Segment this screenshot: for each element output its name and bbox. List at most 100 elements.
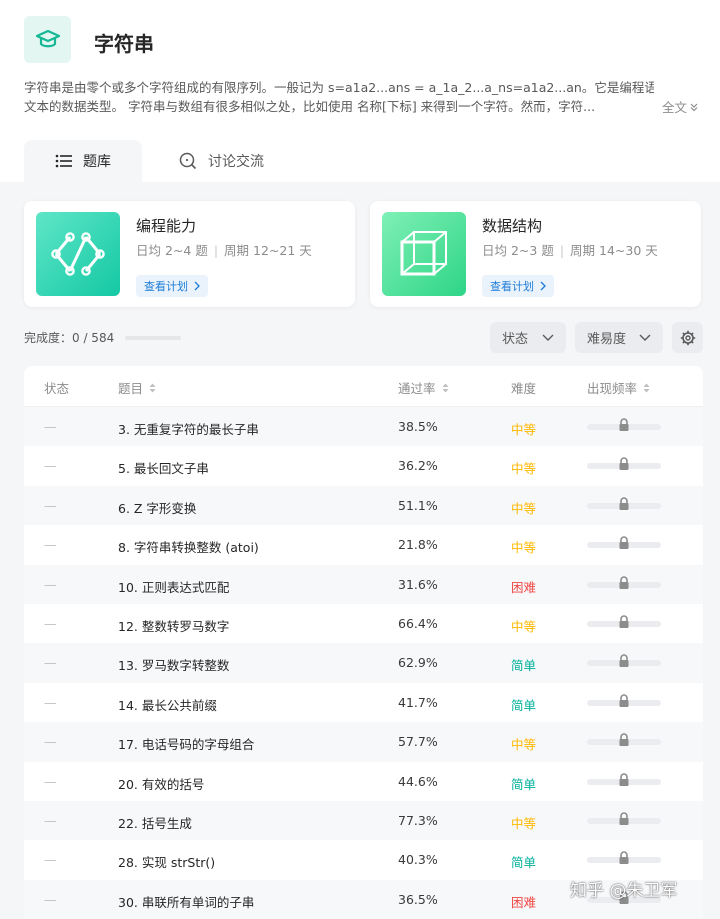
problem-title-link[interactable]: 5. 最长回文子串 [118,458,209,477]
plan-illustration [382,212,466,296]
frequency-bar [587,536,661,552]
sort-icon [442,383,449,392]
row-status: — [44,694,57,710]
row-status: — [44,891,57,907]
problem-title-link[interactable]: 10. 正则表达式匹配 [118,577,229,596]
plan-meta: 日均 2~3 题 | 周期 14~30 天 [482,240,658,259]
tab-problem-library[interactable]: 题库 [24,140,142,182]
row-status: — [44,497,57,513]
header-frequency-label: 出现频率 [587,381,638,396]
lock-icon [619,654,629,668]
difficulty-badge: 中等 [511,815,537,831]
problem-title-link[interactable]: 28. 实现 strStr() [118,852,215,871]
watermark: 知乎 @朱卫军 [570,881,678,901]
description-line-2: 文本的数据类型。 字符串与数组有很多相似之处，比如使用 名称[下标] 来得到一个… [24,99,596,114]
acceptance-rate: 44.6% [398,773,438,789]
table-row[interactable]: — 14. 最长公共前缀 41.7% 简单 [24,683,703,722]
view-plan-button[interactable]: 查看计划 [482,275,554,297]
problem-title-link[interactable]: 14. 最长公共前缀 [118,695,217,714]
acceptance-rate: 31.6% [398,576,438,592]
header-frequency-sort[interactable]: 出现频率 [587,378,650,397]
lock-icon [619,457,629,471]
problem-title-link[interactable]: 17. 电话号码的字母组合 [118,734,254,753]
problem-title-link[interactable]: 6. Z 字形变换 [118,498,196,517]
view-plan-button[interactable]: 查看计划 [136,275,208,297]
chevron-right-icon [540,281,546,291]
view-plan-label: 查看计划 [144,280,188,293]
list-icon [55,154,72,168]
status-filter-dropdown[interactable]: 状态 [490,322,566,353]
difficulty-badge: 中等 [511,461,537,477]
table-row[interactable]: — 10. 正则表达式匹配 31.6% 困难 [24,564,703,604]
acceptance-rate: 36.2% [398,458,438,474]
row-status: — [44,458,57,474]
difficulty-filter-label: 难易度 [587,332,627,347]
frequency-bar [587,851,661,867]
study-plan-card[interactable]: 数据结构 日均 2~3 题 | 周期 14~30 天 查看计划 [370,201,701,307]
graph-nodes-icon [51,232,105,276]
cube-icon [400,231,447,276]
plan-daily: 日均 2~3 题 [482,243,554,258]
frequency-bar [587,654,661,670]
difficulty-badge: 中等 [511,422,537,437]
table-row[interactable]: — 3. 无重复字符的最长子串 38.5% 中等 [24,407,703,447]
plan-illustration [36,212,120,296]
frequency-bar [587,615,661,631]
row-status: — [44,812,57,828]
tab-label: 讨论交流 [208,154,264,170]
table-row[interactable]: — 6. Z 字形变换 51.1% 中等 [24,485,703,526]
description-line-1: 字符串是由零个或多个字符组成的有限序列。一般记为 s=a1a2...ans = … [24,80,654,95]
problem-table: 状态 题目 通过率 难度 出现频率 —3. 无重复字符的最长子串 38.5% 中等 —… [24,366,703,919]
acceptance-rate: 57.7% [398,734,438,750]
table-row[interactable]: — 28. 实现 strStr() 40.3% 简单 [24,840,703,879]
row-status: — [44,773,57,789]
table-row[interactable]: — 20. 有效的括号 44.6% 简单 [24,762,703,801]
row-status: — [44,655,57,671]
lock-icon [619,851,629,865]
problem-title-link[interactable]: 30. 串联所有单词的子串 [118,892,254,911]
acceptance-rate: 66.4% [398,615,438,631]
acceptance-rate: 62.9% [398,655,438,671]
meta-separator: | [559,243,565,258]
lock-icon [619,812,629,825]
completion-progress-bar [125,336,181,340]
header-title-sort[interactable]: 题目 [118,378,156,397]
plan-cycle: 周期 14~30 天 [570,243,658,258]
problem-title-link[interactable]: 8. 字符串转换整数 (atoi) [118,537,259,556]
lock-icon [619,733,629,747]
expand-description-button[interactable]: 全文 [662,97,699,116]
acceptance-rate: 38.5% [398,419,438,434]
sort-icon [643,383,650,392]
study-plan-card[interactable]: 编程能力 日均 2~4 题 | 周期 12~21 天 查看计划 [24,201,355,307]
table-row[interactable]: — 12. 整数转罗马数字 66.4% 中等 [24,604,703,643]
problem-title-link[interactable]: 12. 整数转罗马数字 [118,616,229,635]
table-row[interactable]: — 22. 括号生成 77.3% 中等 [24,800,703,841]
difficulty-badge: 中等 [511,737,537,753]
tab-discussion[interactable]: 讨论交流 [178,140,264,182]
view-plan-label: 查看计划 [490,280,534,293]
lock-icon [619,497,629,510]
lock-icon [619,615,629,628]
table-row[interactable]: — 13. 罗马数字转整数 62.9% 简单 [24,643,703,683]
lock-icon [619,772,629,786]
chevron-down-icon [542,334,554,341]
acceptance-rate: 36.5% [398,891,438,907]
table-row[interactable]: — 5. 最长回文子串 36.2% 中等 [24,446,703,485]
topic-description: 字符串是由零个或多个字符组成的有限序列。一般记为 s=a1a2...ans = … [24,78,654,116]
settings-button[interactable] [672,322,703,353]
problem-title-link[interactable]: 13. 罗马数字转整数 [118,655,229,674]
double-chevron-down-icon [690,103,698,111]
difficulty-badge: 简单 [511,658,537,674]
table-row[interactable]: — 17. 电话号码的字母组合 57.7% 中等 [24,722,703,762]
frequency-bar [587,694,661,710]
row-status: — [44,537,57,553]
table-body: — 3. 无重复字符的最长子串 38.5% 中等 — 5. 最长回文子串 36.2% 中等 — 6… [24,407,703,919]
problem-title-link[interactable]: 22. 括号生成 [118,813,192,832]
topic-logo [24,16,71,63]
table-row[interactable]: — 8. 字符串转换整数 (atoi) 21.8% 中等 [24,525,703,564]
problem-title-link[interactable]: 20. 有效的括号 [118,774,204,793]
row-status: — [44,615,57,631]
problem-title-link[interactable]: 3. 无重复字符的最长子串 [118,419,259,438]
header-rate-sort[interactable]: 通过率 [398,378,449,397]
difficulty-filter-dropdown[interactable]: 难易度 [575,322,663,353]
